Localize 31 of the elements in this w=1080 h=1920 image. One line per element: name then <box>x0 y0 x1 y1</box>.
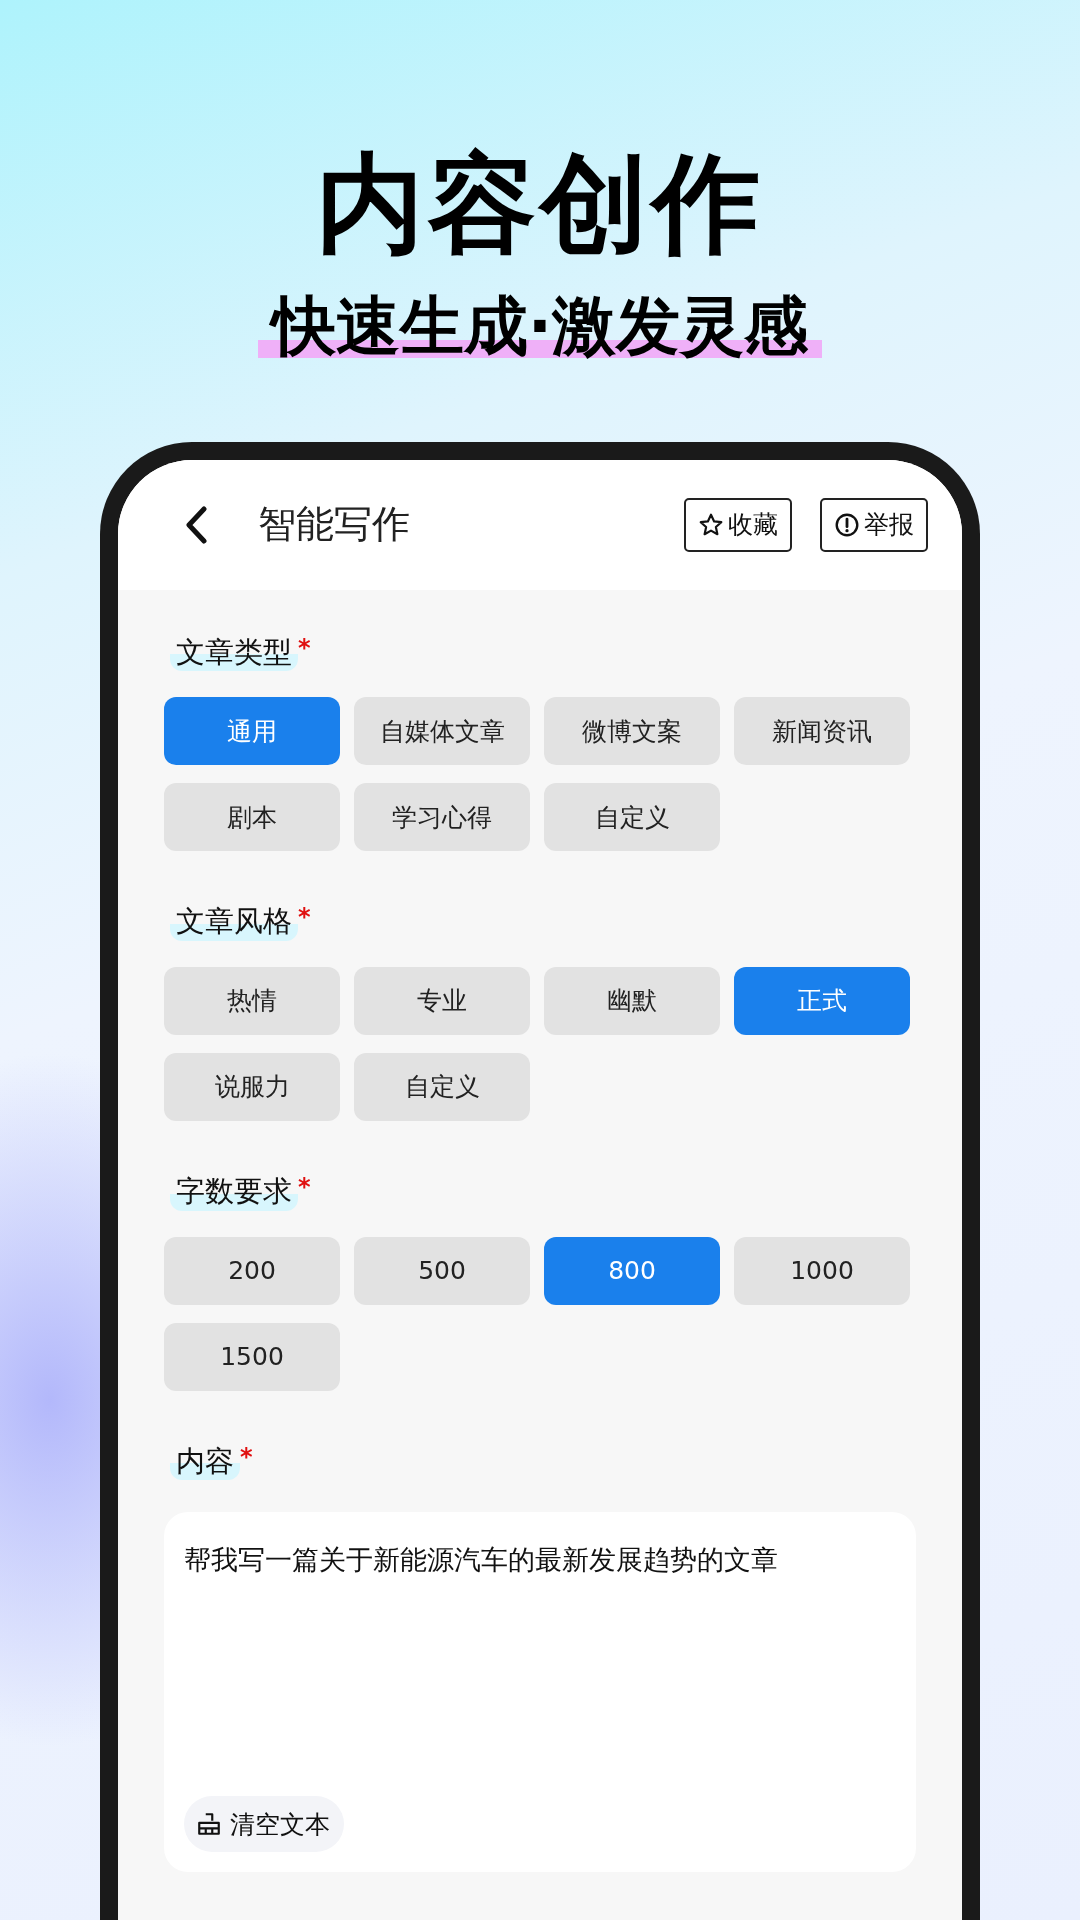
required-mark: * <box>298 903 311 932</box>
option-chip[interactable]: 200 <box>164 1236 340 1305</box>
option-chip[interactable]: 自定义 <box>354 1052 530 1121</box>
option-chip[interactable]: 微博文案 <box>544 697 720 766</box>
option-chip[interactable]: 热情 <box>164 966 340 1035</box>
option-chip[interactable]: 幽默 <box>544 966 720 1035</box>
screen-title: 智能写作 <box>258 501 410 549</box>
back-icon[interactable] <box>184 504 208 545</box>
required-mark: * <box>298 1172 311 1201</box>
clear-text-button[interactable]: 清空文本 <box>184 1796 344 1853</box>
option-chip[interactable]: 剧本 <box>164 783 340 852</box>
exclamation-icon <box>834 511 860 538</box>
option-chip[interactable]: 自定义 <box>544 783 720 852</box>
option-chip[interactable]: 正式 <box>734 966 910 1035</box>
option-chip[interactable]: 专业 <box>354 966 530 1035</box>
required-mark: * <box>298 633 311 662</box>
option-chip[interactable]: 自媒体文章 <box>354 697 530 766</box>
section-label: 文章风格 <box>170 903 298 941</box>
option-chip[interactable]: 通用 <box>164 697 340 766</box>
option-chip[interactable]: 1500 <box>164 1322 340 1391</box>
option-chip[interactable]: 500 <box>354 1236 530 1305</box>
option-chip[interactable]: 800 <box>544 1236 720 1305</box>
option-chip[interactable]: 1000 <box>734 1236 910 1305</box>
report-button[interactable]: 举报 <box>820 497 928 552</box>
option-chip[interactable]: 说服力 <box>164 1052 340 1121</box>
option-chip[interactable]: 新闻资讯 <box>734 697 910 766</box>
content-field[interactable]: 帮我写一篇关于新能源汽车的最新发展趋势的文章 清空文本 <box>164 1512 916 1873</box>
option-chip[interactable]: 学习心得 <box>354 783 530 852</box>
star-icon <box>698 511 724 538</box>
favorite-button[interactable]: 收藏 <box>684 497 792 552</box>
required-mark: * <box>240 1442 253 1471</box>
